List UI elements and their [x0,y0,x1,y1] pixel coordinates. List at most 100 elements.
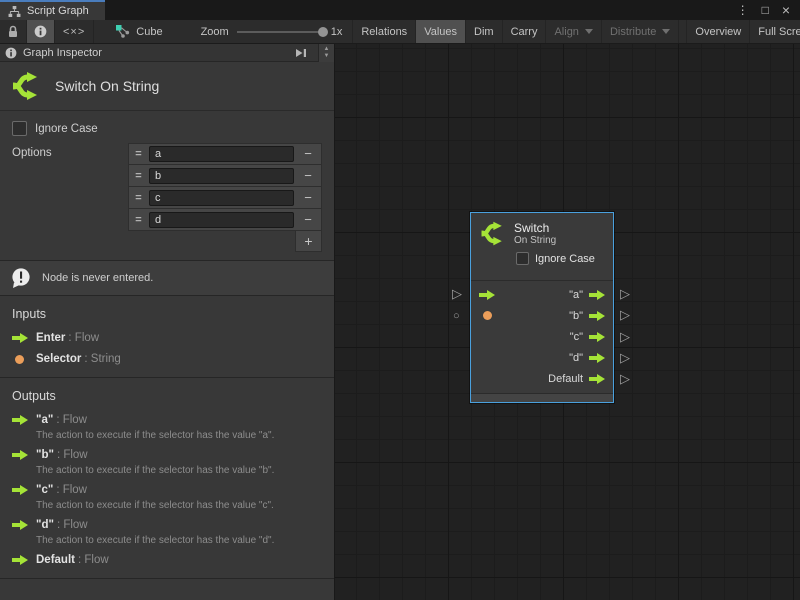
remove-option-button[interactable]: − [297,144,319,164]
align-dropdown[interactable]: Align [546,20,601,43]
output-row-c: "c": Flow [12,484,322,496]
scroll-up-icon[interactable]: ▲ [324,46,330,52]
port-label: "c" [570,331,583,343]
selector-connection-port[interactable]: ○ [453,309,460,323]
port-description: The action to execute if the selector ha… [36,535,322,546]
options-label: Options [12,143,128,159]
drag-handle-icon[interactable]: = [131,192,146,204]
graph-breadcrumb[interactable]: Cube [106,20,172,43]
info-icon [5,47,17,59]
flow-out-icon[interactable] [589,353,605,363]
dropdown-caret-icon [662,29,670,34]
unit-options-form: Ignore Case Options = a − = b − [0,111,334,260]
window-menu-icon[interactable]: ⋮ [737,4,749,16]
node-header: Switch On String Ignore Case [471,213,613,281]
distribute-dropdown[interactable]: Distribute [602,20,679,43]
toolbar: <×> Cube Zoom 1x Relations Values Dim Ca… [0,20,800,44]
code-view-button[interactable]: <×> [55,20,94,43]
option-row: = a − [128,143,322,165]
panel-scroll-arrows[interactable]: ▲ ▼ [318,44,334,62]
option-row: = d − [128,209,322,231]
ignore-case-label: Ignore Case [35,123,98,135]
inputs-heading: Inputs [12,307,322,321]
port-name: Selector [36,353,81,365]
graph-hierarchy-icon [8,6,21,17]
output-row-default: Default: Flow [12,554,322,566]
dropdown-caret-icon [585,29,593,34]
selector-port-icon[interactable] [483,311,492,320]
input-row-selector: Selector: String [12,353,322,365]
dock-panel-button[interactable] [290,48,312,58]
node-subtitle: On String [514,235,556,246]
output-row-b: "b": Flow [12,449,322,461]
switch-on-string-node[interactable]: Switch On String Ignore Case "a" [470,212,614,403]
drag-handle-icon[interactable]: = [131,148,146,160]
flow-port-icon [12,333,28,343]
scroll-down-icon[interactable]: ▼ [324,53,330,59]
lock-icon [7,25,19,39]
option-input[interactable]: d [149,212,294,228]
close-icon[interactable]: × [782,3,790,17]
enter-port-icon[interactable] [479,290,495,300]
flow-port-icon [12,485,28,495]
zoom-slider-handle[interactable] [318,27,328,37]
port-description: The action to execute if the selector ha… [36,500,322,511]
option-input[interactable]: c [149,190,294,206]
maximize-icon[interactable]: □ [762,4,769,16]
switch-node-wrap: ▷ ○ ▷ ▷ ▷ ▷ ▷ [470,212,614,403]
flow-out-icon[interactable] [589,311,605,321]
node-title: Switch [514,221,556,235]
ignore-case-checkbox[interactable] [12,121,27,136]
lock-button[interactable] [0,20,27,43]
graph-canvas[interactable]: ▷ ○ ▷ ▷ ▷ ▷ ▷ [335,44,800,600]
node-ignore-case-checkbox[interactable] [516,252,529,265]
port-type: : Flow [57,449,88,461]
remove-option-button[interactable]: − [297,188,319,208]
output-row-d: "d": Flow [12,519,322,531]
dim-button[interactable]: Dim [466,20,503,43]
fullscreen-button[interactable]: Full Screen [750,20,800,43]
zoom-control: Zoom 1x [191,20,353,43]
port-label: "a" [569,289,583,301]
overview-button[interactable]: Overview [686,20,750,43]
option-input[interactable]: b [149,168,294,184]
node-footer [471,393,613,402]
output-row-a: "a": Flow [12,414,322,426]
remove-option-button[interactable]: − [297,210,319,230]
inspector-toggle-button[interactable] [27,20,55,43]
outputs-heading: Outputs [12,389,322,403]
node-port-row: Default [479,368,605,389]
switch-icon [479,220,506,247]
drag-handle-icon[interactable]: = [131,214,146,226]
relations-button[interactable]: Relations [353,20,416,43]
tab-script-graph[interactable]: Script Graph [0,0,105,20]
zoom-slider[interactable] [237,31,323,33]
flow-port-icon [12,415,28,425]
output-connection-port-c[interactable]: ▷ [620,330,630,344]
cube-graph-icon [116,25,130,38]
tab-label: Script Graph [27,5,89,17]
option-input[interactable]: a [149,146,294,162]
node-port-row: "d" [479,347,605,368]
port-type: : Flow [56,484,87,496]
output-connection-port-b[interactable]: ▷ [620,308,630,322]
string-port-icon [15,355,24,364]
flow-out-icon[interactable] [589,290,605,300]
output-connection-port-d[interactable]: ▷ [620,351,630,365]
output-connection-port-a[interactable]: ▷ [620,287,630,301]
port-name: "a" [36,414,53,426]
zoom-value: 1x [331,26,343,38]
carry-button[interactable]: Carry [503,20,547,43]
remove-option-button[interactable]: − [297,166,319,186]
options-list: = a − = b − = c − [128,143,322,252]
warning-bubble-icon [10,267,32,289]
flow-out-icon[interactable] [589,374,605,384]
inspector-header: Graph Inspector ▲ ▼ [0,44,334,62]
flow-out-icon[interactable] [589,332,605,342]
drag-handle-icon[interactable]: = [131,170,146,182]
enter-connection-port[interactable]: ▷ [452,287,462,301]
add-option-button[interactable]: + [295,231,322,252]
output-connection-port-default[interactable]: ▷ [620,372,630,386]
values-button[interactable]: Values [416,20,466,43]
flow-port-icon [12,450,28,460]
